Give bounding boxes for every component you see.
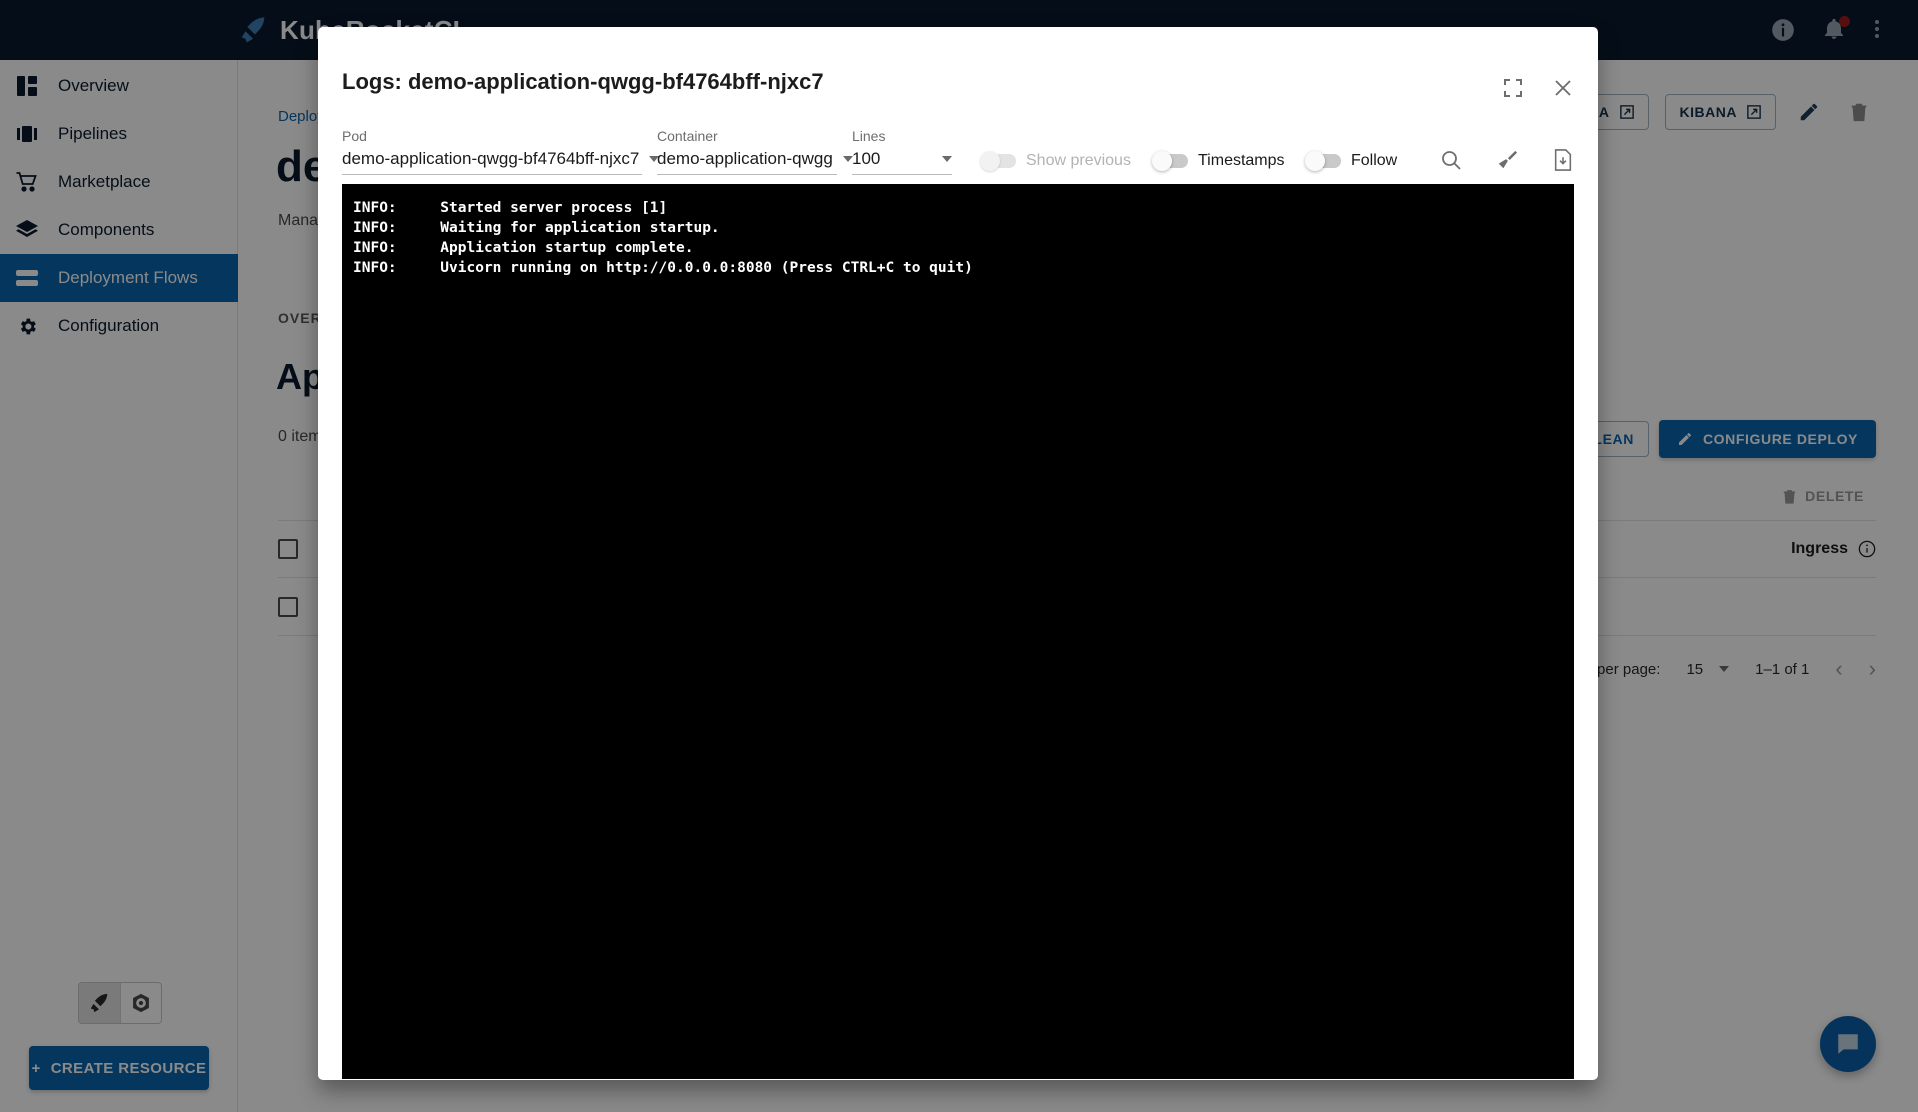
fullscreen-button[interactable]: [1500, 75, 1526, 101]
container-field: Container demo-application-qwgg: [657, 128, 837, 175]
follow-toggle[interactable]: Follow: [1307, 152, 1397, 170]
log-output[interactable]: INFO: Started server process [1] INFO: W…: [342, 184, 1574, 1079]
logs-dialog: Logs: demo-application-qwgg-bf4764bff-nj…: [318, 27, 1598, 1080]
logs-tool-icons: [1438, 147, 1576, 173]
log-line: INFO: Application startup complete.: [348, 238, 1574, 258]
chevron-down-icon: [942, 156, 952, 162]
container-value: demo-application-qwgg: [657, 149, 833, 169]
close-icon: [1553, 78, 1573, 98]
app-root: Overview Pipelines Marketplace: [0, 0, 1918, 1112]
show-previous-toggle[interactable]: Show previous: [982, 152, 1131, 170]
toggle-track: [1307, 154, 1341, 168]
dialog-title: Logs: demo-application-qwgg-bf4764bff-nj…: [342, 69, 824, 95]
log-line: INFO: Waiting for application startup.: [348, 218, 1574, 238]
search-icon[interactable]: [1438, 147, 1464, 173]
container-select[interactable]: demo-application-qwgg: [657, 149, 837, 175]
log-line: INFO: Uvicorn running on http://0.0.0.0:…: [348, 258, 1574, 278]
logs-toolbar: Pod demo-application-qwgg-bf4764bff-njxc…: [342, 127, 1576, 175]
lines-field: Lines 100: [852, 128, 952, 175]
pod-field: Pod demo-application-qwgg-bf4764bff-njxc…: [342, 128, 642, 175]
lines-select[interactable]: 100: [852, 149, 952, 175]
clear-broom-icon[interactable]: [1494, 147, 1520, 173]
pod-value: demo-application-qwgg-bf4764bff-njxc7: [342, 149, 639, 169]
timestamps-label: Timestamps: [1198, 152, 1285, 170]
lines-label: Lines: [852, 128, 952, 144]
toggle-knob: [1152, 151, 1172, 171]
fullscreen-icon: [1503, 78, 1523, 98]
dialog-header-buttons: [1500, 75, 1576, 101]
toggle-track: [982, 154, 1016, 168]
pod-label: Pod: [342, 128, 642, 144]
timestamps-toggle[interactable]: Timestamps: [1154, 152, 1285, 170]
follow-label: Follow: [1351, 152, 1397, 170]
toggle-knob: [980, 151, 1000, 171]
pod-select[interactable]: demo-application-qwgg-bf4764bff-njxc7: [342, 149, 642, 175]
download-icon[interactable]: [1550, 147, 1576, 173]
toggle-knob: [1305, 151, 1325, 171]
show-previous-label: Show previous: [1026, 152, 1131, 170]
lines-value: 100: [852, 149, 880, 169]
toggle-track: [1154, 154, 1188, 168]
container-label: Container: [657, 128, 837, 144]
close-button[interactable]: [1550, 75, 1576, 101]
log-line: INFO: Started server process [1]: [348, 198, 1574, 218]
